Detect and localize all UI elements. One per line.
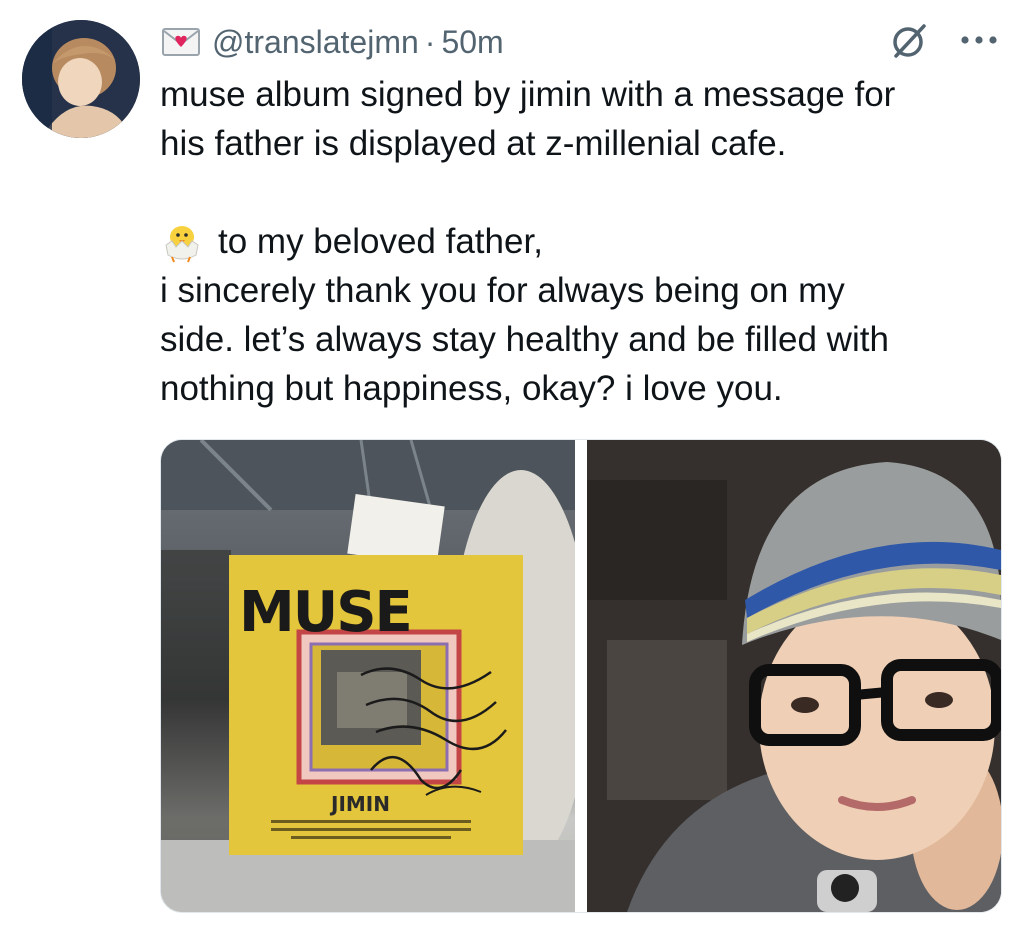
tweet-line: to my beloved father, [218, 222, 543, 261]
album-artist: JIMIN [331, 792, 390, 816]
author-handle[interactable]: @translatejmn [212, 24, 419, 61]
photo-portrait[interactable] [587, 440, 1001, 912]
photo-album[interactable]: MUSE JIMIN [161, 440, 575, 912]
tweet-line: his father is displayed at z-millenial c… [160, 124, 787, 163]
avatar-image [22, 20, 140, 138]
tweet-line: side. let’s always stay healthy and be f… [160, 320, 889, 359]
portrait-photo-illustration [587, 440, 1001, 912]
tweet-text: muse album signed by jimin with a messag… [160, 70, 1010, 413]
tweet-line: i sincerely thank you for always being o… [160, 271, 845, 310]
tweet-line: nothing but happiness, okay? i love you. [160, 369, 783, 408]
love-letter-icon [162, 28, 200, 56]
hatching-chick-icon [160, 219, 204, 263]
timestamp[interactable]: 50m [441, 24, 503, 61]
tweet-header: @translatejmn · 50m [162, 22, 504, 62]
separator-dot: · [424, 23, 436, 60]
more-icon[interactable] [956, 22, 1002, 58]
album-title: MUSE [239, 580, 413, 645]
tweet-line-with-emoji: to my beloved father, [160, 217, 1010, 266]
album-photo-illustration [161, 440, 575, 912]
grok-icon[interactable] [888, 20, 930, 62]
tweet-line: muse album signed by jimin with a messag… [160, 75, 896, 114]
avatar[interactable] [22, 20, 140, 138]
media-grid: MUSE JIMIN [160, 439, 1002, 913]
